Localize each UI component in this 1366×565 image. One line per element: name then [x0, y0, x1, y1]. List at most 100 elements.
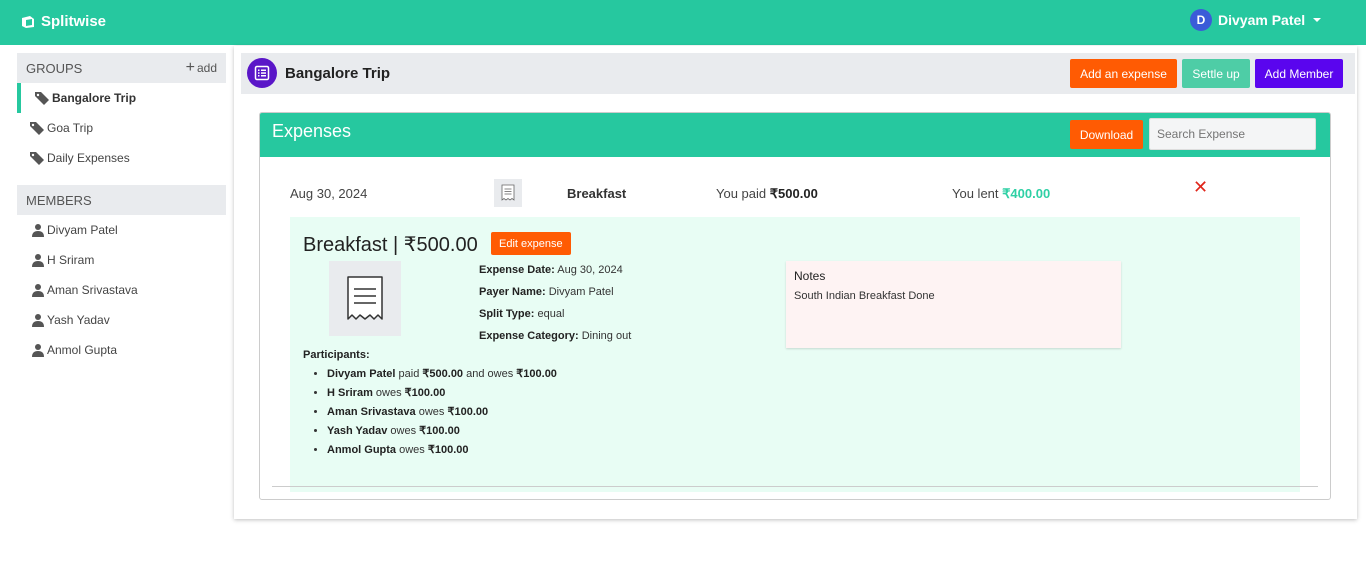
field-value: Dining out [581, 330, 632, 342]
participant-item: Anmol Gupta owes ₹100.00 [327, 441, 557, 460]
splitwise-logo-icon [22, 15, 34, 28]
participant-amount: ₹500.00 [422, 368, 464, 380]
participant-name: Aman Srivastava [327, 406, 416, 418]
sidebar-item-goa-trip[interactable]: Goa Trip [17, 113, 226, 143]
groups-heading: GROUPS [26, 60, 83, 76]
main-panel: Bangalore Trip Add an expense Settle up … [234, 46, 1357, 519]
participant-amount: ₹100.00 [419, 425, 460, 437]
detail-field-category: Expense Category: Dining out [479, 330, 631, 342]
group-list-icon [247, 58, 277, 88]
settle-up-button[interactable]: Settle up [1182, 59, 1250, 88]
participant-text: owes [399, 444, 425, 456]
tag-icon [30, 152, 44, 165]
participant-name: Divyam Patel [327, 368, 396, 380]
add-group-button[interactable]: + add [186, 60, 217, 76]
expense-detail: Breakfast | ₹500.00 Edit expense Expense… [290, 217, 1300, 492]
top-navbar: Splitwise D Divyam Patel [0, 0, 1366, 45]
sidebar-item-bangalore-trip[interactable]: Bangalore Trip [17, 83, 226, 113]
user-name: Divyam Patel [1218, 12, 1306, 28]
notes-box: Notes South Indian Breakfast Done [786, 261, 1121, 348]
member-name: Aman Srivastava [47, 283, 138, 297]
tag-icon [35, 92, 49, 105]
download-button[interactable]: Download [1070, 120, 1143, 149]
participant-text: owes [390, 425, 417, 437]
participant-name: Anmol Gupta [327, 444, 397, 456]
sidebar-item-daily-expenses[interactable]: Daily Expenses [17, 143, 226, 173]
field-label: Split Type: [479, 308, 535, 320]
field-value: Divyam Patel [548, 286, 614, 298]
expenses-title: Expenses [272, 121, 352, 141]
participant-name: Yash Yadav [327, 425, 388, 437]
sidebar-item-label: Daily Expenses [47, 151, 130, 165]
participant-name: H Sriram [327, 387, 373, 399]
add-group-label: add [196, 61, 217, 75]
member-name: Anmol Gupta [47, 343, 118, 357]
participant-item: H Sriram owes ₹100.00 [327, 384, 557, 403]
participant-text: paid [398, 368, 420, 380]
members-header: MEMBERS [17, 185, 226, 215]
expense-paid: You paid ₹500.00 [716, 186, 818, 202]
user-menu[interactable]: D Divyam Patel [1190, 9, 1322, 31]
participant-item: Divyam Patel paid ₹500.00 and owes ₹100.… [327, 365, 557, 384]
member-item[interactable]: Yash Yadav [17, 305, 226, 335]
participant-amount: ₹100.00 [447, 406, 489, 418]
search-input[interactable] [1149, 118, 1316, 150]
field-label: Expense Date: [479, 264, 555, 276]
expenses-card-header: Expenses Download [260, 113, 1330, 157]
field-value: equal [537, 308, 565, 320]
detail-field-date: Expense Date: Aug 30, 2024 [479, 264, 623, 276]
add-expense-button[interactable]: Add an expense [1070, 59, 1177, 88]
sidebar-item-label: Goa Trip [47, 121, 94, 135]
add-member-button[interactable]: Add Member [1255, 59, 1343, 88]
receipt-icon [329, 261, 401, 336]
field-value: Aug 30, 2024 [557, 264, 623, 276]
sidebar: GROUPS + add Bangalore Trip Goa Trip Dai… [17, 53, 226, 365]
participants-list: Divyam Patel paid ₹500.00 and owes ₹100.… [313, 365, 557, 460]
lent-prefix: You lent [952, 186, 999, 201]
member-item[interactable]: Anmol Gupta [17, 335, 226, 365]
participant-amount: ₹100.00 [516, 368, 557, 380]
participant-amount: ₹100.00 [404, 387, 446, 399]
tag-icon [30, 122, 44, 135]
members-heading: MEMBERS [26, 192, 92, 208]
person-icon [32, 344, 44, 357]
participant-text: owes [375, 387, 402, 399]
person-icon [32, 314, 44, 327]
detail-field-split: Split Type: equal [479, 308, 564, 320]
participant-amount: ₹100.00 [427, 444, 469, 456]
person-icon [32, 254, 44, 267]
avatar: D [1190, 9, 1212, 31]
field-label: Payer Name: [479, 286, 546, 298]
group-header: Bangalore Trip Add an expense Settle up … [241, 53, 1355, 94]
receipt-icon [494, 179, 522, 207]
edit-expense-button[interactable]: Edit expense [491, 232, 571, 255]
sidebar-item-label: Bangalore Trip [52, 91, 137, 105]
member-name: H Sriram [47, 253, 95, 267]
delete-expense-icon[interactable]: ✕ [1193, 178, 1208, 196]
page-title: Bangalore Trip [285, 65, 391, 82]
person-icon [32, 284, 44, 297]
detail-title: Breakfast | ₹500.00 [303, 234, 478, 256]
chevron-down-icon [1313, 18, 1322, 22]
member-name: Divyam Patel [47, 223, 118, 237]
detail-field-payer: Payer Name: Divyam Patel [479, 286, 614, 298]
groups-header: GROUPS + add [17, 53, 226, 83]
member-name: Yash Yadav [47, 313, 110, 327]
paid-amount: ₹500.00 [769, 186, 818, 201]
participant-item: Yash Yadav owes ₹100.00 [327, 422, 557, 441]
member-item[interactable]: Divyam Patel [17, 215, 226, 245]
brand-name: Splitwise [41, 13, 107, 30]
participant-item: Aman Srivastava owes ₹100.00 [327, 403, 557, 422]
divider [272, 486, 1318, 487]
expense-name: Breakfast [567, 186, 627, 201]
participant-text: and owes [466, 368, 514, 380]
notes-heading: Notes [794, 269, 826, 283]
member-item[interactable]: Aman Srivastava [17, 275, 226, 305]
brand-logo[interactable]: Splitwise [20, 13, 106, 30]
person-icon [32, 224, 44, 237]
notes-text: South Indian Breakfast Done [794, 290, 935, 302]
plus-icon: + [185, 59, 195, 76]
participants-heading: Participants: [303, 349, 370, 361]
member-item[interactable]: H Sriram [17, 245, 226, 275]
field-label: Expense Category: [479, 330, 579, 342]
